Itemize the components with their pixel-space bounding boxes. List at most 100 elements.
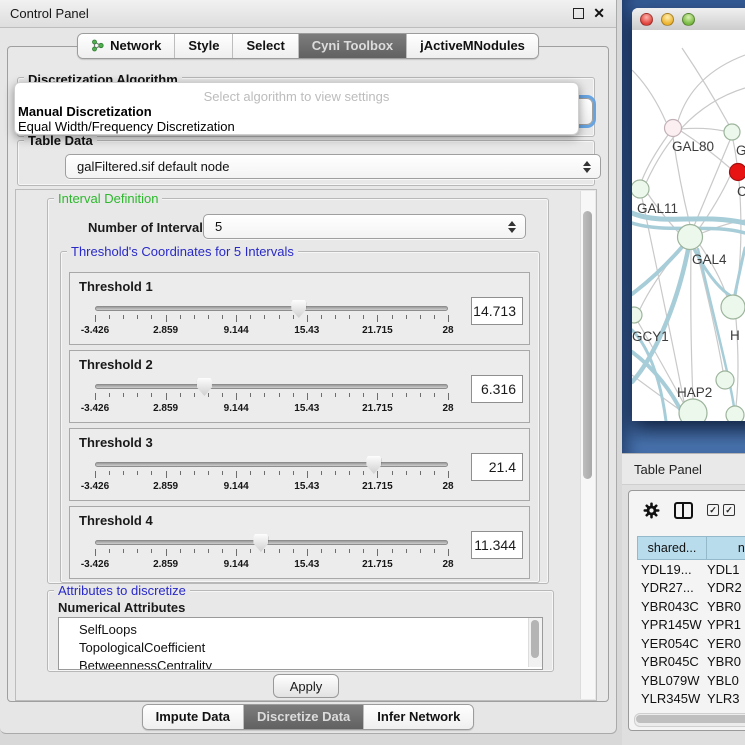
tab-discretize-data-label: Discretize Data	[257, 709, 350, 724]
settings-scrollbar[interactable]	[580, 191, 595, 699]
table-data-combobox[interactable]: galFiltered.sif default node	[65, 154, 601, 179]
scrollbar-thumb[interactable]	[636, 715, 745, 723]
scrollbar-thumb[interactable]	[531, 620, 539, 658]
node[interactable]	[726, 406, 744, 421]
checkbox-icon[interactable]: ✓	[723, 504, 735, 516]
table-row[interactable]: YLR345WYLR3	[637, 690, 745, 709]
node-gal80[interactable]	[665, 120, 682, 137]
attribute-item[interactable]: BetweennessCentrality	[79, 657, 542, 670]
numerical-attributes-list[interactable]: SelfLoopsTopologicalCoefficientBetweenne…	[58, 617, 543, 670]
table-horizontal-scrollbar[interactable]	[634, 713, 745, 727]
slider-track[interactable]	[95, 384, 448, 389]
tick-label: 28	[442, 559, 453, 570]
tab-select[interactable]: Select	[232, 34, 297, 58]
table-cell: YPR1	[707, 617, 745, 632]
tick-label: 28	[442, 481, 453, 492]
slider-ticks	[95, 549, 448, 557]
node-gal11[interactable]	[632, 180, 649, 198]
float-window-icon[interactable]	[573, 8, 584, 19]
tab-style-label: Style	[188, 38, 219, 53]
table-row[interactable]: YBR043CYBR0	[637, 597, 745, 616]
zoom-traffic-light-icon[interactable]	[682, 13, 695, 26]
slider-track[interactable]	[95, 462, 448, 467]
tick-label: 2.859	[153, 325, 178, 336]
tab-network[interactable]: Network	[78, 34, 174, 58]
node-hap2[interactable]	[716, 371, 734, 389]
node-table-panel: ✓ ✓ shared... n... YDL19...YDL1YDR27...Y…	[628, 490, 745, 731]
threshold-value-field[interactable]: 21.4	[471, 453, 523, 481]
tab-select-label: Select	[246, 38, 284, 53]
table-row[interactable]: YBL079WYBL0	[637, 671, 745, 690]
slider-tick-labels: -3.4262.8599.14415.4321.71528	[95, 481, 448, 493]
table-cell: YDR27...	[637, 580, 707, 595]
apply-button[interactable]: Apply	[273, 674, 339, 698]
node[interactable]	[679, 399, 707, 421]
node-selected-red[interactable]	[730, 164, 745, 181]
tab-jactivemnodules[interactable]: jActiveMNodules	[406, 34, 538, 58]
tab-cyni-toolbox[interactable]: Cyni Toolbox	[298, 34, 406, 58]
table-row[interactable]: YPR145WYPR1	[637, 616, 745, 635]
table-row[interactable]: YDR27...YDR2	[637, 579, 745, 598]
tab-style[interactable]: Style	[174, 34, 232, 58]
tick-label: 9.144	[224, 325, 249, 336]
node[interactable]	[724, 124, 740, 140]
tick-label: 15.43	[294, 325, 319, 336]
threshold-value-field[interactable]: 11.344	[471, 531, 523, 559]
tick-label: -3.426	[81, 481, 109, 492]
table-panel-header: Table Panel	[622, 453, 745, 485]
algorithm-option-manual[interactable]: Manual Discretization	[15, 105, 578, 120]
tab-infer-network[interactable]: Infer Network	[363, 705, 473, 729]
table-cell: YDR2	[707, 580, 745, 595]
network-canvas[interactable]: GAL80 GA C GAL11 GAL4 GCY1 H HAP2	[632, 30, 745, 421]
network-window: GAL80 GA C GAL11 GAL4 GCY1 H HAP2	[632, 8, 745, 421]
gear-icon[interactable]	[643, 502, 660, 519]
svg-text:HAP2: HAP2	[677, 385, 712, 400]
slider-tick-labels: -3.4262.8599.14415.4321.71528	[95, 559, 448, 571]
tick-label: 28	[442, 325, 453, 336]
tab-cyni-toolbox-label: Cyni Toolbox	[312, 38, 393, 53]
node-gal4[interactable]	[678, 225, 703, 250]
threshold-value-field[interactable]: 14.713	[471, 297, 523, 325]
slider-track[interactable]	[95, 540, 448, 545]
close-icon[interactable]: ✕	[593, 5, 605, 21]
tick-label: 28	[442, 403, 453, 414]
threshold-value-field[interactable]: 6.316	[471, 375, 523, 403]
node-gcy1[interactable]	[632, 307, 642, 323]
checkbox-icon[interactable]: ✓	[707, 504, 719, 516]
tab-impute-data-label: Impute Data	[156, 709, 230, 724]
close-traffic-light-icon[interactable]	[640, 13, 653, 26]
tick-label: -3.426	[81, 325, 109, 336]
number-of-intervals-combobox[interactable]: 5	[203, 214, 526, 239]
column-settings-icon[interactable]	[674, 502, 693, 519]
column-header-name[interactable]: n...	[707, 536, 745, 560]
attributes-title: Attributes to discretize	[54, 584, 190, 597]
table-row[interactable]: YDL19...YDL1	[637, 560, 745, 579]
node-h[interactable]	[721, 295, 745, 319]
algorithm-option-equal-width[interactable]: Equal Width/Frequency Discretization	[15, 120, 578, 135]
numerical-attributes-heading: Numerical Attributes	[58, 600, 185, 615]
select-columns-icons[interactable]: ✓ ✓	[707, 504, 735, 516]
table-row[interactable]: YBR045CYBR0	[637, 653, 745, 672]
threshold-slider[interactable]: -3.4262.8599.14415.4321.71528	[95, 299, 448, 341]
attributes-scrollbar[interactable]	[528, 618, 542, 667]
table-row[interactable]: YER054CYER0	[637, 634, 745, 653]
tab-impute-data[interactable]: Impute Data	[143, 705, 243, 729]
slider-track[interactable]	[95, 306, 448, 311]
minimize-traffic-light-icon[interactable]	[661, 13, 674, 26]
threshold-row: Threshold 4 -3.4262.8599.14415.4321.7152…	[69, 506, 530, 579]
threshold-row: Threshold 2 -3.4262.8599.14415.4321.7152…	[69, 350, 530, 423]
attributes-group: Attributes to discretize Numerical Attri…	[47, 590, 554, 672]
threshold-slider[interactable]: -3.4262.8599.14415.4321.71528	[95, 377, 448, 419]
stepper-icon	[508, 221, 516, 233]
attribute-item[interactable]: TopologicalCoefficient	[79, 639, 542, 657]
threshold-slider[interactable]: -3.4262.8599.14415.4321.71528	[95, 455, 448, 497]
threshold-slider[interactable]: -3.4262.8599.14415.4321.71528	[95, 533, 448, 575]
table-data-group: Table Data galFiltered.sif default node	[17, 140, 595, 186]
column-header-shared[interactable]: shared...	[637, 536, 707, 560]
tick-label: 21.715	[362, 325, 393, 336]
tick-label: 15.43	[294, 481, 319, 492]
tab-discretize-data[interactable]: Discretize Data	[243, 705, 363, 729]
tab-infer-network-label: Infer Network	[377, 709, 460, 724]
attribute-item[interactable]: SelfLoops	[79, 621, 542, 639]
scrollbar-thumb[interactable]	[583, 211, 592, 479]
